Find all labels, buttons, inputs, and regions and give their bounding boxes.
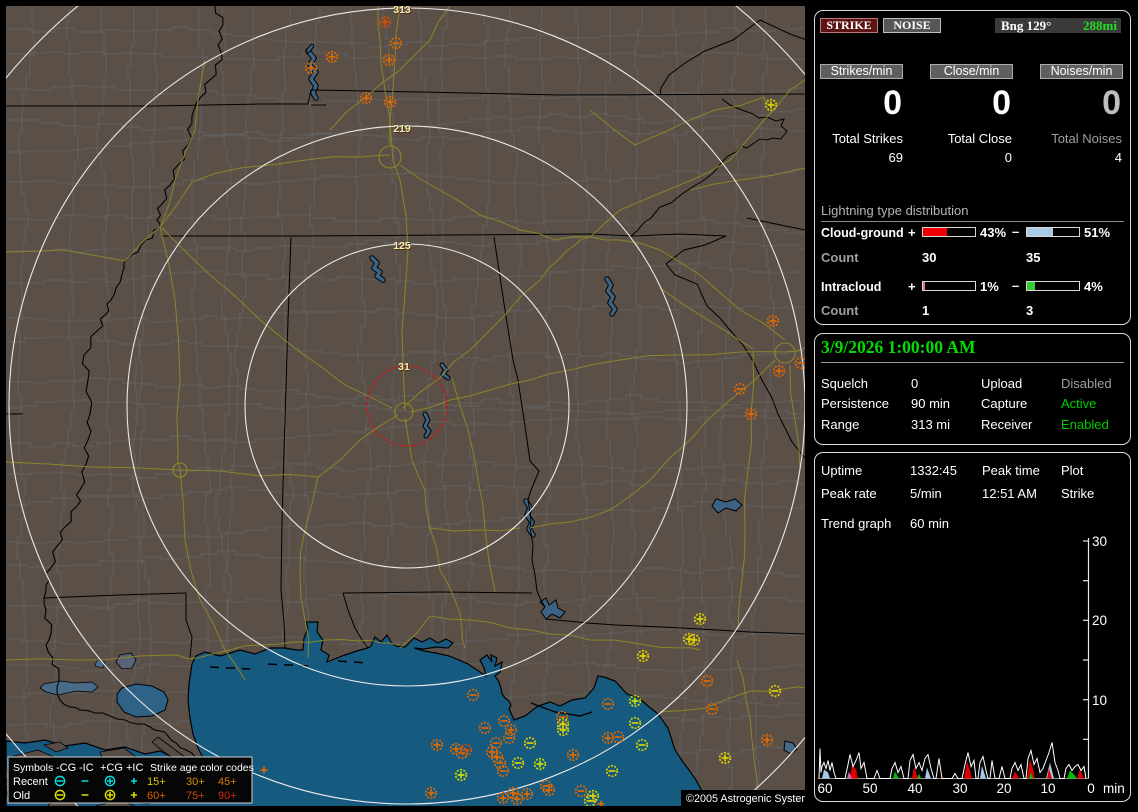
svg-text:30: 30 — [1092, 534, 1107, 549]
svg-text:0: 0 — [1087, 781, 1095, 796]
svg-text:10: 10 — [1092, 693, 1107, 708]
svg-text:50: 50 — [862, 781, 877, 796]
svg-text:10: 10 — [1040, 781, 1055, 796]
svg-text:40: 40 — [907, 781, 922, 796]
svg-text:30: 30 — [952, 781, 967, 796]
svg-text:min: min — [1103, 781, 1125, 796]
svg-text:20: 20 — [1092, 613, 1107, 628]
svg-text:20: 20 — [996, 781, 1011, 796]
svg-text:60: 60 — [817, 781, 832, 796]
